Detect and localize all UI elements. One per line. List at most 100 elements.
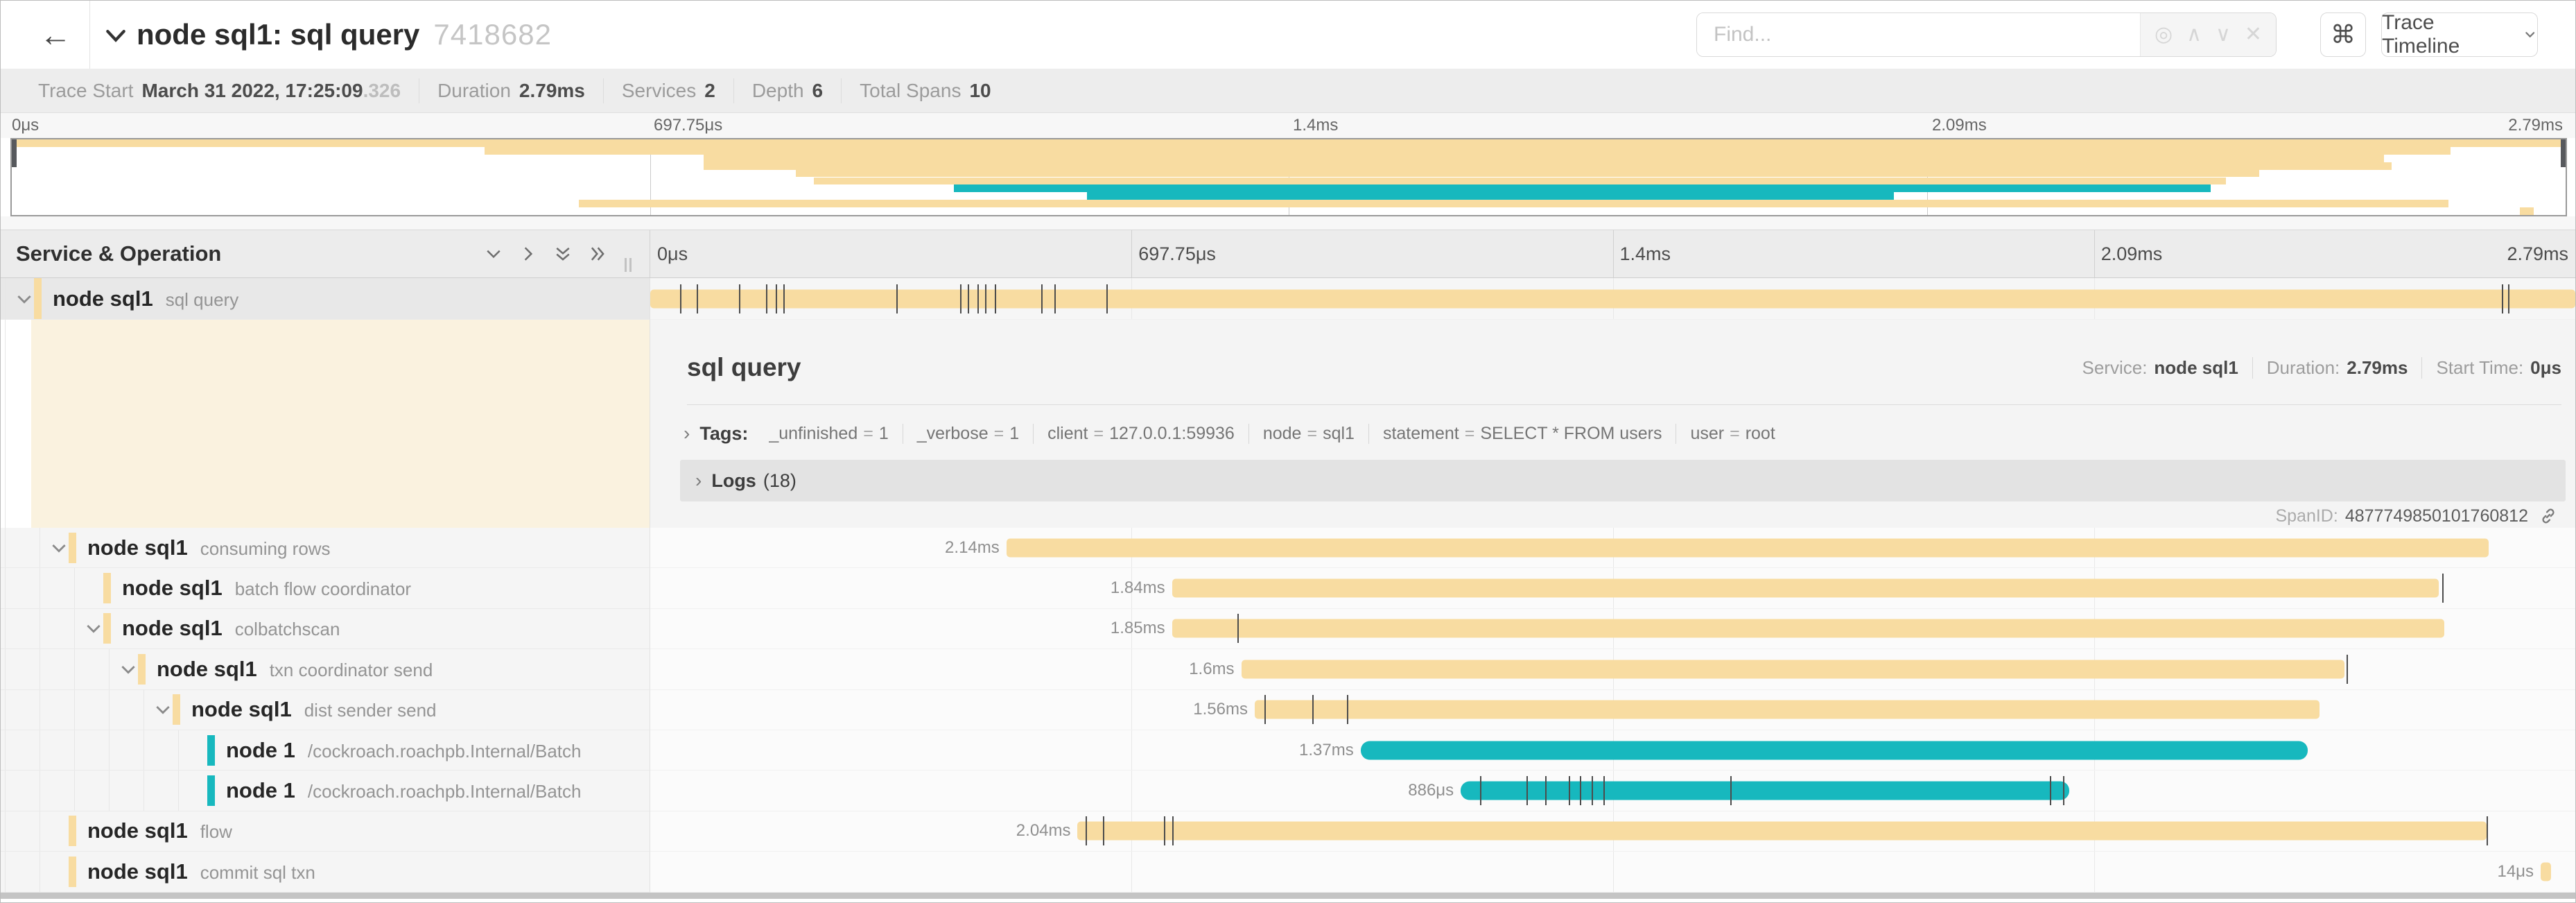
log-marker[interactable] xyxy=(1264,695,1266,724)
span-duration-bar[interactable] xyxy=(1172,619,2445,638)
minimap-span-bar xyxy=(485,147,2451,155)
log-marker[interactable] xyxy=(1041,284,1043,313)
log-marker[interactable] xyxy=(1106,284,1108,313)
log-marker[interactable] xyxy=(977,284,979,313)
collapse-all-icon[interactable] xyxy=(552,243,573,264)
span-bar-cell[interactable]: 1.56ms xyxy=(650,690,2575,730)
log-marker[interactable] xyxy=(697,284,698,313)
span-duration-bar[interactable] xyxy=(1255,700,2320,719)
span-bar-cell[interactable]: 1.37ms xyxy=(650,730,2575,771)
minimap-right-scrubber[interactable] xyxy=(2561,139,2566,167)
log-marker[interactable] xyxy=(2487,816,2488,845)
span-bar-cell[interactable]: 2.14ms xyxy=(650,528,2575,568)
span-expander-icon[interactable] xyxy=(13,288,35,310)
log-marker[interactable] xyxy=(2502,284,2503,313)
span-tree-item[interactable]: node 1/cockroach.roachpb.Internal/Batch xyxy=(1,730,650,771)
column-resizer[interactable] xyxy=(625,258,634,272)
horizontal-scrollbar[interactable] xyxy=(1,893,2575,899)
log-marker[interactable] xyxy=(1347,695,1348,724)
log-marker[interactable] xyxy=(2347,655,2348,684)
span-duration-bar[interactable] xyxy=(1172,579,2439,598)
log-marker[interactable] xyxy=(1164,816,1165,845)
log-marker[interactable] xyxy=(1086,816,1087,845)
span-tree-item[interactable]: node 1/cockroach.roachpb.Internal/Batch xyxy=(1,771,650,811)
log-marker[interactable] xyxy=(1237,614,1239,643)
span-tree-item[interactable]: node sql1commit sql txn xyxy=(1,852,650,892)
span-bar-cell[interactable]: 14μs xyxy=(650,852,2575,892)
focus-match-icon[interactable]: ◎ xyxy=(2155,24,2173,45)
log-marker[interactable] xyxy=(896,284,898,313)
log-marker[interactable] xyxy=(2050,776,2051,805)
log-marker[interactable] xyxy=(2442,574,2444,603)
log-marker[interactable] xyxy=(960,284,961,313)
expand-one-icon[interactable] xyxy=(518,243,539,264)
log-marker[interactable] xyxy=(1603,776,1605,805)
log-marker[interactable] xyxy=(766,284,767,313)
keyboard-shortcuts-button[interactable]: ⌘ xyxy=(2320,12,2366,57)
span-expander-icon[interactable] xyxy=(152,698,174,721)
log-marker[interactable] xyxy=(1480,776,1481,805)
span-row: node sql1sql query xyxy=(1,278,2575,320)
span-duration-bar[interactable] xyxy=(1461,782,2069,800)
span-duration-label: 2.14ms xyxy=(945,538,1007,558)
log-marker[interactable] xyxy=(1172,816,1174,845)
span-tree-item[interactable]: node sql1colbatchscan xyxy=(1,609,650,649)
tags-accordion[interactable]: › Tags: _unfinished = 1 _verbose = xyxy=(684,415,2561,452)
trace-collapse-chevron-icon[interactable] xyxy=(102,22,130,49)
clear-search-icon[interactable]: ✕ xyxy=(2245,24,2262,45)
log-marker[interactable] xyxy=(1580,776,1581,805)
log-marker[interactable] xyxy=(985,284,986,313)
span-expander-icon[interactable] xyxy=(82,617,105,639)
log-marker[interactable] xyxy=(2508,284,2509,313)
collapse-one-icon[interactable] xyxy=(483,243,504,264)
link-icon[interactable] xyxy=(2538,506,2559,526)
log-marker[interactable] xyxy=(783,284,785,313)
span-tree-item[interactable]: node sql1flow xyxy=(1,811,650,852)
span-expander-icon[interactable] xyxy=(117,658,139,680)
span-duration-bar[interactable] xyxy=(1007,538,2489,557)
span-bar-cell[interactable]: 886μs xyxy=(650,771,2575,811)
span-bar-cell[interactable] xyxy=(650,278,2575,320)
span-duration-bar[interactable] xyxy=(650,289,2575,308)
span-tree-item[interactable]: node sql1txn coordinator send xyxy=(1,649,650,689)
log-marker[interactable] xyxy=(680,284,681,313)
log-marker[interactable] xyxy=(995,284,996,313)
prev-result-icon[interactable]: ∧ xyxy=(2186,24,2202,45)
operation-name: commit sql txn xyxy=(200,862,315,883)
log-marker[interactable] xyxy=(1054,284,1056,313)
next-result-icon[interactable]: ∨ xyxy=(2216,24,2231,45)
span-tree-item[interactable]: node sql1dist sender send xyxy=(1,690,650,730)
trace-minimap[interactable] xyxy=(10,138,2567,216)
log-marker[interactable] xyxy=(1545,776,1547,805)
span-bar-cell[interactable]: 1.85ms xyxy=(650,609,2575,649)
log-marker[interactable] xyxy=(1526,776,1528,805)
span-tree-item[interactable]: node sql1consuming rows xyxy=(1,528,650,568)
log-marker[interactable] xyxy=(1312,695,1314,724)
minimap-left-scrubber[interactable] xyxy=(12,139,17,167)
span-tree-item[interactable]: node sql1sql query xyxy=(1,278,650,320)
span-tree-item[interactable]: node sql1batch flow coordinator xyxy=(1,568,650,608)
log-marker[interactable] xyxy=(1103,816,1104,845)
log-marker[interactable] xyxy=(1569,776,1570,805)
span-duration-bar[interactable] xyxy=(1361,741,2308,759)
span-bar-cell[interactable]: 1.6ms xyxy=(650,649,2575,689)
find-input[interactable] xyxy=(1697,13,2140,56)
span-duration-bar[interactable] xyxy=(1242,660,2344,678)
log-marker[interactable] xyxy=(968,284,969,313)
span-duration-bar[interactable] xyxy=(1077,822,2487,841)
back-button[interactable]: ← xyxy=(21,1,89,69)
span-bar-cell[interactable]: 2.04ms xyxy=(650,811,2575,852)
log-marker[interactable] xyxy=(1592,776,1593,805)
stat-label: Duration xyxy=(437,80,511,102)
span-duration-bar[interactable] xyxy=(2541,862,2551,881)
log-marker[interactable] xyxy=(1730,776,1732,805)
trace-view-options-button[interactable]: Trace Timeline xyxy=(2381,12,2538,57)
expand-all-icon[interactable] xyxy=(587,243,608,264)
logs-accordion[interactable]: › Logs (18) xyxy=(680,460,2566,501)
log-marker[interactable] xyxy=(739,284,740,313)
span-bar-cell[interactable]: 1.84ms xyxy=(650,568,2575,608)
log-marker[interactable] xyxy=(776,284,777,313)
log-marker[interactable] xyxy=(2063,776,2064,805)
span-expander-icon[interactable] xyxy=(48,537,70,559)
operation-name: flow xyxy=(200,821,232,842)
